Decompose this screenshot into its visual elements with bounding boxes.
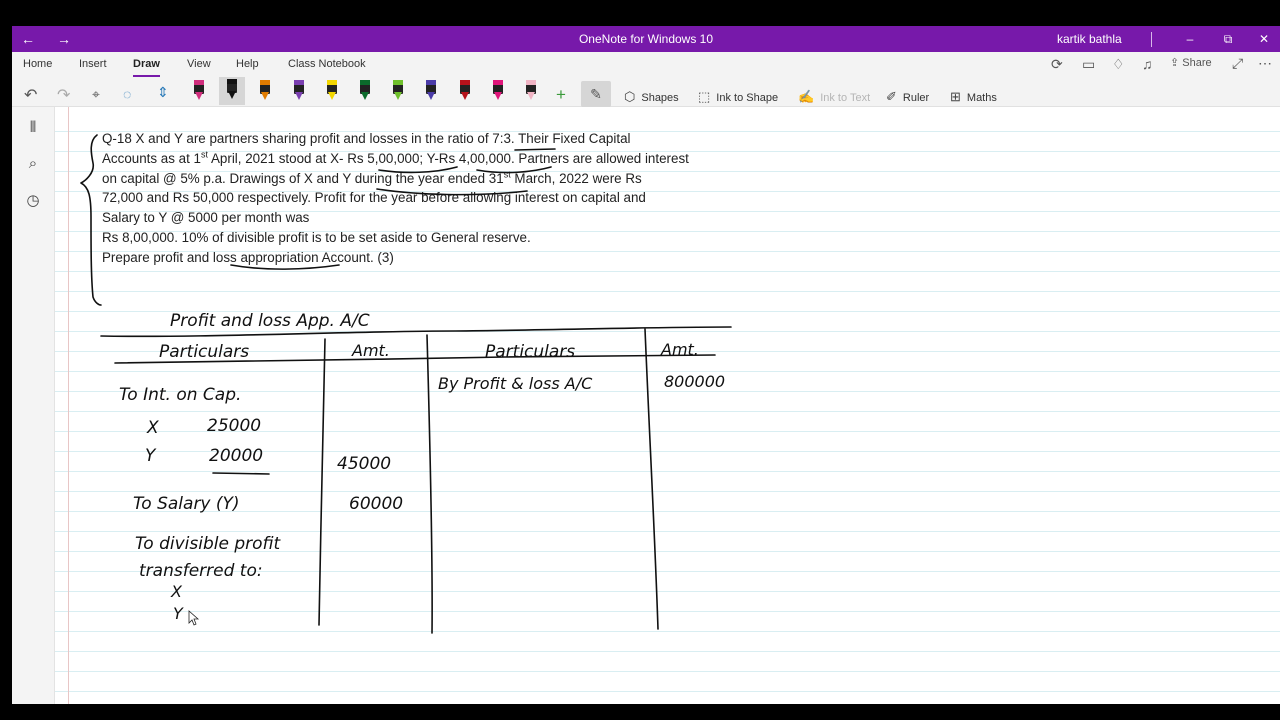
ruler-icon: ✐ xyxy=(886,89,897,104)
ink-transferred-to: transferred to: xyxy=(139,561,263,581)
title-bar: ← → OneNote for Windows 10 kartik bathla… xyxy=(12,26,1280,52)
expand-icon[interactable]: ⤢ xyxy=(1232,55,1243,72)
ink-heading: Profit and loss App. A/C xyxy=(170,311,370,331)
ink-brace xyxy=(80,134,102,306)
tab-class-notebook[interactable]: Class Notebook xyxy=(288,58,366,70)
ink-col-particulars-1: Particulars xyxy=(159,342,249,362)
ink-underline-y-val xyxy=(212,472,270,475)
add-space-icon[interactable]: ⇕ xyxy=(157,84,169,101)
ink-to-text-icon: ✍ xyxy=(798,89,815,104)
share-button[interactable]: ⇪ Share xyxy=(1170,56,1212,69)
user-name[interactable]: kartik bathla xyxy=(1057,26,1122,52)
ink-underline-x-cap xyxy=(378,166,458,174)
ink-col-amount-1: Amt. xyxy=(351,341,390,360)
undo-icon[interactable]: ↶ xyxy=(24,85,37,105)
pen-1-icon[interactable] xyxy=(192,78,206,104)
title-separator xyxy=(1151,32,1152,47)
ink-to-shape-icon: ⬚ xyxy=(698,89,711,104)
ink-underline-divisible xyxy=(230,264,340,270)
redo-icon[interactable]: ↷ xyxy=(57,85,70,105)
lightbulb-icon[interactable]: ♢ xyxy=(1112,56,1125,73)
ruler-button[interactable]: ✐ Ruler xyxy=(886,89,929,105)
tab-home[interactable]: Home xyxy=(23,58,52,70)
ink-col-divider-2 xyxy=(426,334,433,634)
mouse-cursor-icon xyxy=(188,610,200,626)
ink-salary-amount: 60000 xyxy=(349,494,403,514)
pen-9-icon[interactable] xyxy=(458,78,472,104)
share-icon: ⇪ xyxy=(1170,57,1183,69)
close-button[interactable]: ✕ xyxy=(1252,26,1276,52)
pen-11-icon[interactable] xyxy=(524,78,538,104)
ink-x2-label: X xyxy=(170,582,183,601)
tab-draw[interactable]: Draw xyxy=(133,58,160,77)
pen-4-icon[interactable] xyxy=(292,78,306,104)
ink-replay-icon[interactable]: ✎ xyxy=(581,81,611,107)
restore-button[interactable]: ⧉ xyxy=(1216,26,1240,52)
recent-notes-icon[interactable]: ◷ xyxy=(23,191,43,209)
pen-5-icon[interactable] xyxy=(325,78,339,104)
notebooks-icon[interactable]: ⫴ xyxy=(23,119,43,136)
ink-y2-label: Y xyxy=(173,604,184,623)
search-icon[interactable]: ⌕ xyxy=(23,155,43,172)
pen-7-icon[interactable] xyxy=(391,78,405,104)
note-page[interactable]: Q-18 X and Y are partners sharing profit… xyxy=(55,107,1280,704)
ink-underline-ratio xyxy=(514,148,556,151)
ink-x-value: 25000 xyxy=(207,416,261,436)
pen-3-icon[interactable] xyxy=(258,78,272,104)
maths-button[interactable]: ⊞ Maths xyxy=(950,89,997,105)
ink-by-profit-loss: By Profit & loss A/C xyxy=(438,374,593,393)
tab-insert[interactable]: Insert xyxy=(79,58,107,70)
ink-int-total: 45000 xyxy=(337,454,391,474)
ink-to-shape-button[interactable]: ⬚ Ink to Shape xyxy=(698,89,778,105)
tab-view[interactable]: View xyxy=(187,58,211,70)
more-options-icon[interactable]: ⋯ xyxy=(1258,55,1272,72)
type-select-icon[interactable]: ⌖ xyxy=(92,86,100,103)
sync-icon[interactable]: ⟳ xyxy=(1051,56,1063,73)
ink-y-value: 20000 xyxy=(209,446,263,466)
page-view-icon[interactable]: ▭ xyxy=(1082,56,1095,73)
ink-int-on-cap: To Int. on Cap. xyxy=(119,385,241,405)
pen-10-icon[interactable] xyxy=(491,78,505,104)
bell-icon[interactable]: ♫ xyxy=(1142,56,1153,72)
ink-x-label: X xyxy=(146,418,159,438)
ink-col-divider-3 xyxy=(644,328,659,630)
pen-2-icon[interactable] xyxy=(219,77,246,105)
ink-col-particulars-2: Particulars xyxy=(485,342,575,362)
ink-salary: To Salary (Y) xyxy=(133,494,240,514)
ink-underline-drawings xyxy=(376,188,528,196)
add-pen-icon[interactable]: + xyxy=(556,85,566,105)
ink-divisible-profit: To divisible profit xyxy=(135,534,282,554)
minimize-button[interactable]: – xyxy=(1178,26,1202,52)
pen-8-icon[interactable] xyxy=(424,78,438,104)
onenote-window: ← → OneNote for Windows 10 kartik bathla… xyxy=(12,26,1280,704)
ink-underline-y-cap xyxy=(476,166,552,174)
shapes-icon: ⬡ xyxy=(624,89,636,104)
shapes-button[interactable]: ⬡ Shapes xyxy=(624,89,679,105)
left-navigation: ⫴ ⌕ ◷ xyxy=(12,107,55,704)
ink-to-text-button[interactable]: ✍ Ink to Text xyxy=(798,89,870,105)
ink-layer: Profit and loss App. A/C Particulars Amt… xyxy=(80,134,732,634)
maths-icon: ⊞ xyxy=(950,89,961,104)
pen-6-icon[interactable] xyxy=(358,78,372,104)
ink-col-divider-1 xyxy=(318,338,326,626)
ink-y-label: Y xyxy=(145,446,157,466)
ink-col-amount-2: Amt. xyxy=(660,340,699,359)
lasso-select-icon[interactable]: ◌ xyxy=(123,86,131,102)
tab-help[interactable]: Help xyxy=(236,58,259,70)
ink-by-pl-amount: 800000 xyxy=(664,372,725,391)
